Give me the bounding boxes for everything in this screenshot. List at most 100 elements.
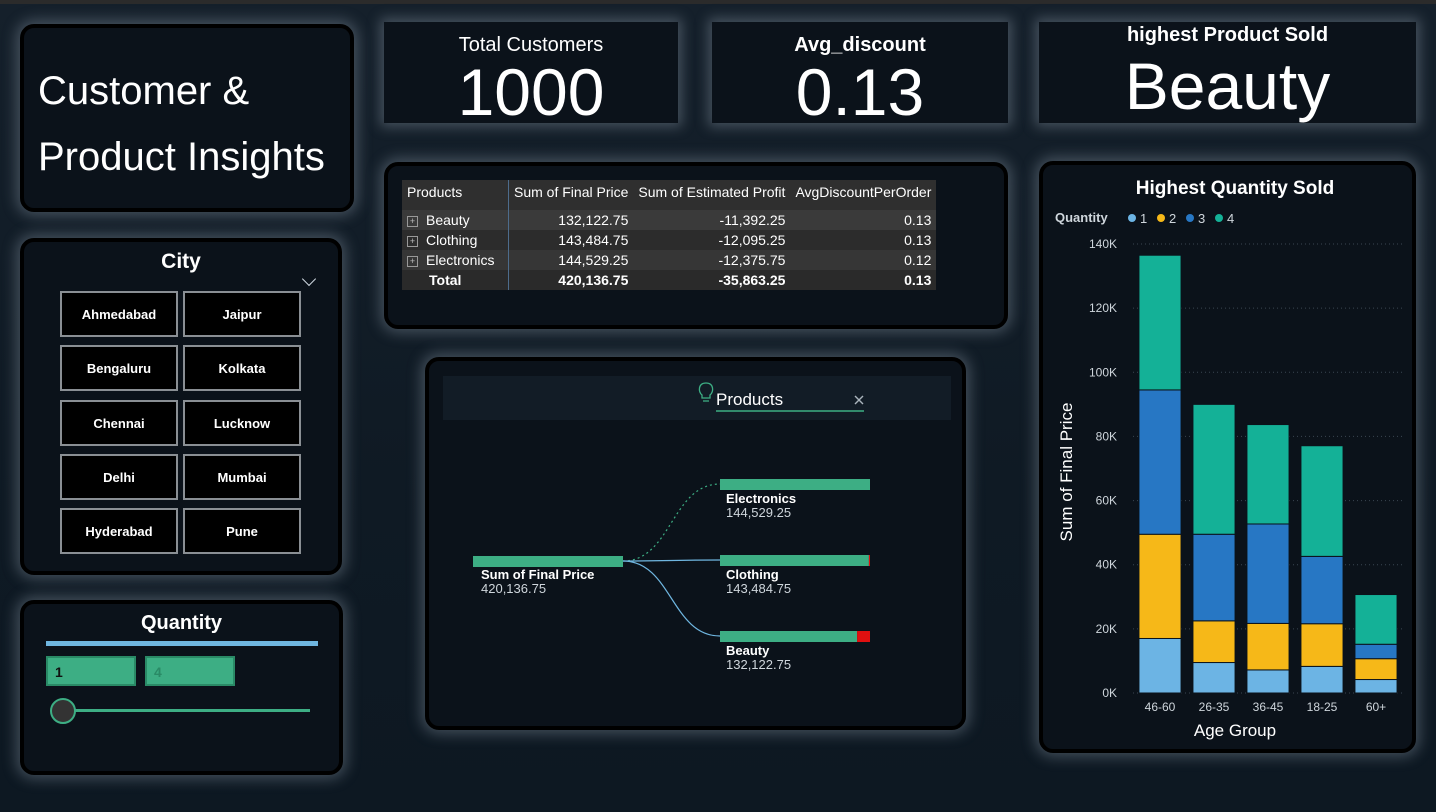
column-header[interactable]: Products	[402, 180, 509, 210]
bar-segment-26-35-q4[interactable]	[1192, 403, 1236, 535]
quantity-slicer-title: Quantity	[140, 612, 223, 634]
tree-root-label: Sum of Final Price	[481, 567, 594, 582]
title-line-1: Customer &	[38, 69, 250, 113]
tree-root-value: 420,136.75	[481, 581, 546, 596]
x-tick-label: 18-25	[1307, 700, 1338, 714]
kpi-value: 0.13	[795, 55, 925, 129]
table-cell: 143,484.75	[508, 230, 634, 250]
row-label: Beauty	[426, 212, 470, 228]
kpi-label: Total Customers	[458, 34, 604, 56]
bar-segment-60+-q4[interactable]	[1354, 594, 1398, 645]
x-axis-label: Age Group	[1194, 721, 1276, 740]
city-button-mumbai[interactable]: Mumbai	[183, 454, 301, 500]
tree-node-bar-electronics[interactable]	[720, 479, 870, 490]
column-header[interactable]: Sum of Final Price	[508, 180, 634, 210]
quantity-min-input[interactable]: 1	[46, 656, 136, 686]
quantity-slider-track[interactable]	[64, 709, 310, 712]
table-row: + Beauty 132,122.75 -11,392.25 0.13	[402, 210, 937, 230]
decomposition-tree-card: Products Sum of Final Price 420,136.75 Ele…	[425, 357, 966, 730]
bar-segment-18-25-q3[interactable]	[1300, 555, 1344, 625]
column-header[interactable]: AvgDiscountPerOrder	[790, 180, 937, 210]
legend-label[interactable]: 1	[1140, 211, 1147, 226]
bar-segment-36-45-q3[interactable]	[1246, 523, 1290, 624]
city-button-delhi[interactable]: Delhi	[60, 454, 178, 500]
x-tick-label: 26-35	[1199, 700, 1230, 714]
city-slicer-title: City	[161, 250, 201, 273]
expand-icon[interactable]: +	[407, 255, 418, 267]
tree-connector	[622, 483, 721, 562]
bar-segment-46-60-q3[interactable]	[1138, 389, 1182, 535]
table-total-row: Total 420,136.75 -35,863.25 0.13	[402, 270, 937, 290]
legend-label[interactable]: 4	[1227, 211, 1234, 226]
table-row: + Clothing 143,484.75 -12,095.25 0.13	[402, 230, 937, 250]
city-button-hyderabad[interactable]: Hyderabad	[60, 508, 178, 554]
decomposition-tree: Products Sum of Final Price420,136.75 Ele…	[473, 382, 870, 672]
legend-marker[interactable]	[1186, 214, 1194, 222]
stacked-bar-chart: Highest Quantity Sold Quantity 1 2 3 40K20K…	[1055, 178, 1403, 740]
table-cell: 144,529.25	[508, 250, 634, 270]
city-button-chennai[interactable]: Chennai	[60, 400, 178, 446]
legend-marker[interactable]	[1128, 214, 1136, 222]
bar-segment-36-45-q1[interactable]	[1246, 669, 1290, 694]
city-button-kolkata[interactable]: Kolkata	[183, 345, 301, 391]
bar-segment-46-60-q4[interactable]	[1138, 254, 1182, 391]
tree-node-value: 143,484.75	[726, 581, 791, 596]
table-cell: -11,392.25	[633, 210, 791, 230]
top-bar	[0, 0, 1436, 4]
bar-segment-18-25-q2[interactable]	[1300, 623, 1344, 667]
city-button-jaipur[interactable]: Jaipur	[183, 291, 301, 337]
tree-node-label: Electronics	[726, 491, 796, 506]
bar-segment-18-25-q4[interactable]	[1300, 445, 1344, 557]
y-axis-label: Sum of Final Price	[1057, 403, 1076, 542]
tree-root-bar[interactable]	[473, 556, 623, 567]
column-header[interactable]: Sum of Estimated Profit	[633, 180, 791, 210]
bar-segment-26-35-q1[interactable]	[1192, 662, 1236, 694]
kpi-value: Beauty	[1124, 49, 1331, 123]
table-cell: 0.12	[790, 250, 937, 270]
y-tick-label: 20K	[1096, 622, 1117, 636]
legend-marker[interactable]	[1215, 214, 1223, 222]
total-label: Total	[402, 270, 509, 290]
slicer-header-bar	[46, 641, 318, 646]
city-button-ahmedabad[interactable]: Ahmedabad	[60, 291, 178, 337]
y-tick-label: 0K	[1102, 686, 1117, 700]
bar-segment-36-45-q2[interactable]	[1246, 622, 1290, 671]
bar-segment-18-25-q1[interactable]	[1300, 665, 1344, 694]
chevron-down-icon[interactable]	[301, 271, 317, 287]
bar-segment-26-35-q3[interactable]	[1192, 533, 1236, 622]
tree-connector	[622, 559, 721, 562]
tree-level-header[interactable]: Products	[716, 390, 783, 409]
title-line-2: Product Insights	[38, 135, 325, 179]
bar-segment-26-35-q2[interactable]	[1192, 620, 1236, 664]
tree-node-value: 144,529.25	[726, 505, 791, 520]
city-button-pune[interactable]: Pune	[183, 508, 301, 554]
legend-label[interactable]: 2	[1169, 211, 1176, 226]
y-tick-label: 60K	[1096, 494, 1117, 508]
legend-label[interactable]: 3	[1198, 211, 1205, 226]
bar-segment-60+-q2[interactable]	[1354, 658, 1398, 681]
quantity-max-input[interactable]: 4	[145, 656, 235, 686]
bar-segment-46-60-q1[interactable]	[1138, 637, 1182, 694]
tree-node-bar-clothing[interactable]	[720, 555, 869, 566]
bar-segment-60+-q1[interactable]	[1354, 679, 1398, 694]
bar-segment-46-60-q2[interactable]	[1138, 533, 1182, 639]
expand-icon[interactable]: +	[407, 215, 418, 227]
city-button-bengaluru[interactable]: Bengaluru	[60, 345, 178, 391]
product-matrix: Products Sum of Final Price Sum of Estim…	[402, 180, 937, 290]
kpi-value: 1000	[457, 55, 605, 129]
expand-icon[interactable]: +	[407, 235, 418, 247]
x-tick-label: 46-60	[1145, 700, 1176, 714]
legend-title: Quantity	[1055, 210, 1108, 225]
tree-node-bar-beauty[interactable]	[720, 631, 858, 642]
y-tick-label: 80K	[1096, 429, 1117, 443]
bar-segment-60+-q3[interactable]	[1354, 643, 1398, 660]
city-button-lucknow[interactable]: Lucknow	[183, 400, 301, 446]
quantity-slider-handle[interactable]	[50, 698, 76, 724]
table-cell: 0.13	[790, 230, 937, 250]
y-tick-label: 120K	[1089, 301, 1117, 315]
close-icon[interactable]	[854, 395, 864, 405]
legend-marker[interactable]	[1157, 214, 1165, 222]
bar-segment-36-45-q4[interactable]	[1246, 424, 1290, 525]
tree-node-remainder	[857, 631, 870, 642]
y-tick-label: 100K	[1089, 365, 1117, 379]
